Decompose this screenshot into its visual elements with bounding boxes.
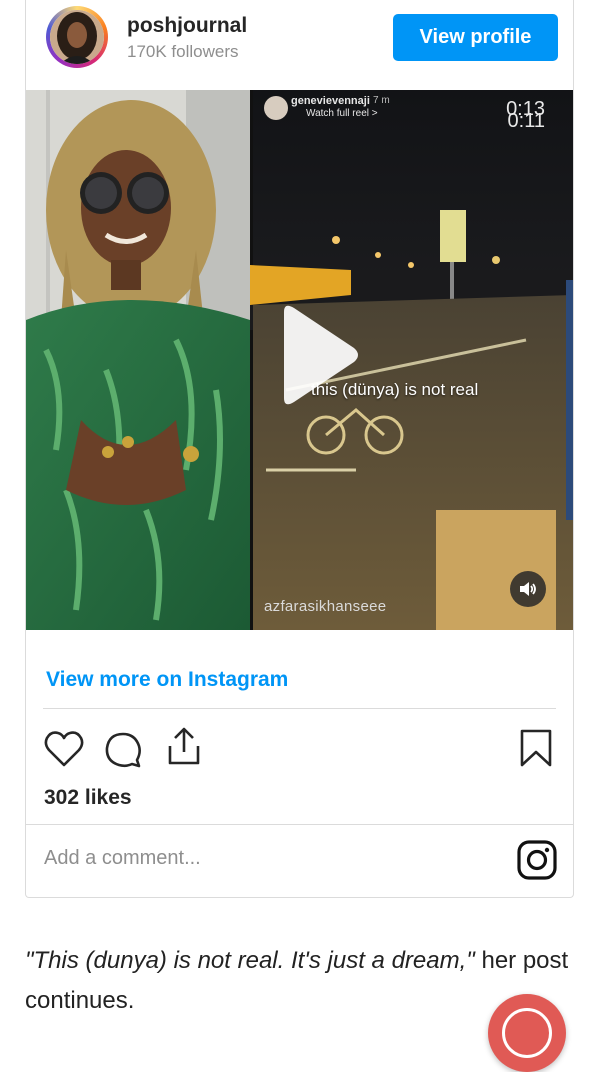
like-count[interactable]: 302 likes <box>44 786 132 810</box>
view-more-on-instagram-link[interactable]: View more on Instagram <box>46 668 288 692</box>
reel-time-bottom: 0:11 <box>507 110 545 132</box>
reel-age: 7 m <box>373 95 390 106</box>
bookmark-icon[interactable] <box>519 728 553 768</box>
watch-full-reel-link[interactable]: Watch full reel > <box>306 108 378 119</box>
instagram-logo-icon[interactable] <box>517 840 557 880</box>
embed-header: poshjournal 170K followers View profile <box>26 0 573 86</box>
quote-text: "This (dunya) is not real. It's just a d… <box>25 947 475 974</box>
reel-video[interactable]: genevievennaji 7 m Watch full reel > 0:1… <box>26 90 573 630</box>
profile-username[interactable]: poshjournal <box>127 14 247 38</box>
follower-count: 170K followers <box>127 42 239 61</box>
view-profile-button[interactable]: View profile <box>393 14 558 61</box>
comment-bubble-icon[interactable] <box>104 731 142 771</box>
divider <box>26 824 573 825</box>
share-upload-icon[interactable] <box>164 726 204 766</box>
avatar-image <box>50 10 104 64</box>
instagram-embed-card: poshjournal 170K followers View profile <box>25 0 574 898</box>
floating-action-button[interactable] <box>488 994 566 1072</box>
speaker-icon[interactable] <box>510 571 546 607</box>
play-icon[interactable] <box>254 300 364 410</box>
add-comment-field[interactable]: Add a comment... <box>44 847 201 870</box>
avatar[interactable] <box>46 6 108 68</box>
divider <box>43 708 556 709</box>
fab-icon <box>502 1008 552 1058</box>
heart-icon[interactable] <box>44 731 84 771</box>
video-credit-overlay: azfarasikhanseee <box>264 598 387 615</box>
reel-username[interactable]: genevievennaji <box>291 95 370 107</box>
